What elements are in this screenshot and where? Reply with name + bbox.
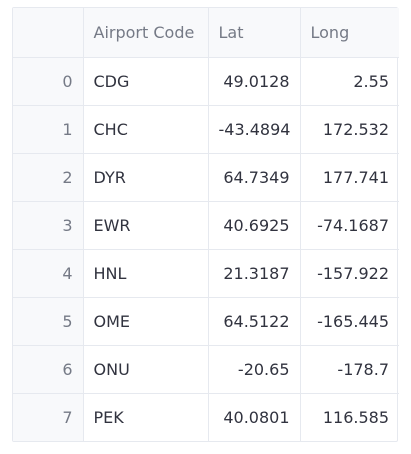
table-row: 1 CHC -43.4894 172.532 bbox=[13, 105, 399, 154]
airport-code-cell[interactable]: EWR bbox=[83, 201, 209, 250]
header-row: Airport Code Lat Long bbox=[13, 8, 399, 58]
lat-cell[interactable]: 64.5122 bbox=[208, 297, 301, 346]
airport-code-cell[interactable]: ONU bbox=[83, 345, 209, 394]
table-row: 2 DYR 64.7349 177.741 bbox=[13, 153, 399, 202]
long-cell[interactable]: 116.585 bbox=[300, 393, 399, 441]
row-index: 6 bbox=[13, 345, 84, 394]
row-index: 7 bbox=[13, 393, 84, 441]
lat-cell[interactable]: 64.7349 bbox=[208, 153, 301, 202]
long-cell[interactable]: -157.922 bbox=[300, 249, 399, 298]
row-index: 3 bbox=[13, 201, 84, 250]
row-index: 5 bbox=[13, 297, 84, 346]
index-column-header bbox=[13, 8, 84, 58]
long-cell[interactable]: -165.445 bbox=[300, 297, 399, 346]
airport-code-cell[interactable]: CHC bbox=[83, 105, 209, 154]
row-index: 1 bbox=[13, 105, 84, 154]
table-body: 0 CDG 49.0128 2.55 1 CHC -43.4894 172.53… bbox=[13, 57, 399, 441]
airport-dataframe[interactable]: Airport Code Lat Long 0 CDG 49.0128 2.55… bbox=[12, 7, 399, 442]
lat-cell[interactable]: 40.6925 bbox=[208, 201, 301, 250]
lat-cell[interactable]: 49.0128 bbox=[208, 57, 301, 106]
table-row: 0 CDG 49.0128 2.55 bbox=[13, 57, 399, 106]
lat-cell[interactable]: 40.0801 bbox=[208, 393, 301, 441]
table-row: 5 OME 64.5122 -165.445 bbox=[13, 297, 399, 346]
lat-cell[interactable]: 21.3187 bbox=[208, 249, 301, 298]
lat-column-header[interactable]: Lat bbox=[208, 8, 301, 58]
long-cell[interactable]: -178.7 bbox=[300, 345, 399, 394]
table-row: 7 PEK 40.0801 116.585 bbox=[13, 393, 399, 441]
long-cell[interactable]: 177.741 bbox=[300, 153, 399, 202]
row-index: 0 bbox=[13, 57, 84, 106]
table-header: Airport Code Lat Long bbox=[13, 8, 399, 58]
long-column-header[interactable]: Long bbox=[300, 8, 399, 58]
long-cell[interactable]: 172.532 bbox=[300, 105, 399, 154]
airport-code-cell[interactable]: HNL bbox=[83, 249, 209, 298]
lat-cell[interactable]: -43.4894 bbox=[208, 105, 301, 154]
airport-table: Airport Code Lat Long 0 CDG 49.0128 2.55… bbox=[13, 8, 399, 441]
long-cell[interactable]: 2.55 bbox=[300, 57, 399, 106]
airport-code-cell[interactable]: OME bbox=[83, 297, 209, 346]
row-index: 4 bbox=[13, 249, 84, 298]
table-row: 4 HNL 21.3187 -157.922 bbox=[13, 249, 399, 298]
long-cell[interactable]: -74.1687 bbox=[300, 201, 399, 250]
row-index: 2 bbox=[13, 153, 84, 202]
airport-code-cell[interactable]: DYR bbox=[83, 153, 209, 202]
lat-cell[interactable]: -20.65 bbox=[208, 345, 301, 394]
airport-code-cell[interactable]: CDG bbox=[83, 57, 209, 106]
table-row: 3 EWR 40.6925 -74.1687 bbox=[13, 201, 399, 250]
airport-code-cell[interactable]: PEK bbox=[83, 393, 209, 441]
table-row: 6 ONU -20.65 -178.7 bbox=[13, 345, 399, 394]
airport-code-column-header[interactable]: Airport Code bbox=[83, 8, 209, 58]
